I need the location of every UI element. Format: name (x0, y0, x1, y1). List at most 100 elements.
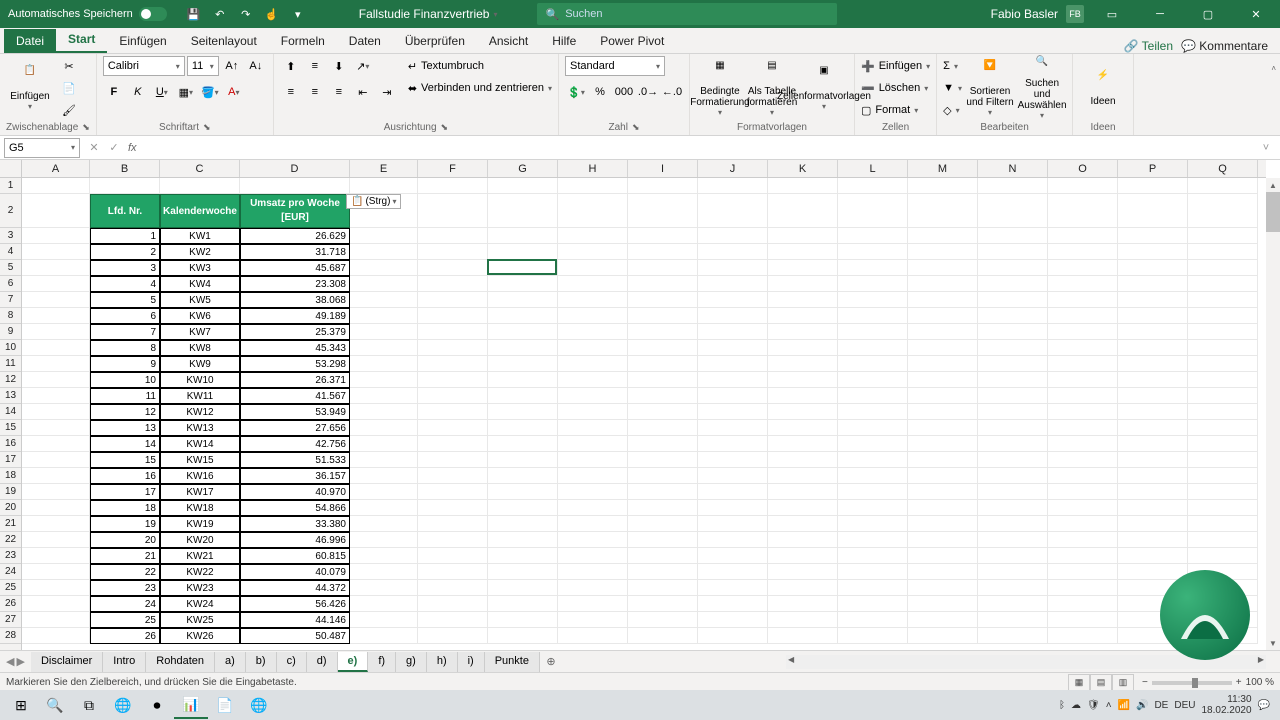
cell[interactable] (908, 404, 978, 420)
cell[interactable]: 44.146 (240, 612, 350, 628)
ribbon-display-icon[interactable]: ▭ (1092, 0, 1132, 28)
cell[interactable] (768, 484, 838, 500)
row-header[interactable]: 12 (0, 372, 21, 388)
cell[interactable] (1118, 178, 1188, 194)
cell[interactable] (1118, 260, 1188, 276)
column-header[interactable]: J (698, 160, 768, 177)
format-painter-icon[interactable]: 🖌 (58, 100, 80, 120)
cell[interactable]: 7 (90, 324, 160, 340)
column-header[interactable]: D (240, 160, 350, 177)
cell[interactable] (698, 452, 768, 468)
cell[interactable] (1048, 324, 1118, 340)
row-header[interactable]: 7 (0, 292, 21, 308)
cell[interactable] (1048, 516, 1118, 532)
font-name-select[interactable]: Calibri▾ (103, 56, 185, 76)
copy-icon[interactable]: 📄 (58, 78, 80, 98)
cell[interactable] (350, 436, 418, 452)
comments-button[interactable]: 💬 Kommentare (1181, 39, 1268, 53)
cell[interactable] (558, 564, 628, 580)
paste-button[interactable]: 📋Einfügen▾ (6, 56, 54, 120)
format-cells-button[interactable]: ▢ Format ▾ (861, 100, 930, 120)
cell[interactable] (978, 292, 1048, 308)
cell[interactable] (908, 548, 978, 564)
cell[interactable] (350, 276, 418, 292)
cell[interactable] (558, 292, 628, 308)
cell[interactable] (698, 628, 768, 644)
cell[interactable] (978, 228, 1048, 244)
cell[interactable] (1118, 564, 1188, 580)
cell[interactable] (698, 178, 768, 194)
borders-icon[interactable]: ▦▾ (175, 82, 197, 102)
cell[interactable] (978, 548, 1048, 564)
increase-indent-icon[interactable]: ⇥ (376, 82, 398, 102)
cell[interactable] (908, 228, 978, 244)
ribbon-tab-ansicht[interactable]: Ansicht (477, 29, 540, 53)
cell[interactable] (978, 564, 1048, 580)
cell[interactable] (558, 500, 628, 516)
cell[interactable]: KW11 (160, 388, 240, 404)
cell[interactable]: 56.426 (240, 596, 350, 612)
page-layout-view-icon[interactable]: ▤ (1090, 674, 1112, 692)
cell[interactable] (488, 260, 558, 276)
cell[interactable] (418, 308, 488, 324)
enter-formula-icon[interactable]: ✓ (104, 138, 124, 158)
cell[interactable] (978, 324, 1048, 340)
cell[interactable] (1188, 516, 1258, 532)
cell[interactable] (1118, 436, 1188, 452)
cell[interactable] (558, 420, 628, 436)
search-box[interactable]: 🔍 Suchen (537, 3, 837, 25)
cell[interactable] (558, 178, 628, 194)
cell[interactable]: 31.718 (240, 244, 350, 260)
cell[interactable]: Lfd. Nr. (90, 194, 160, 228)
cell[interactable] (418, 580, 488, 596)
cell[interactable] (350, 468, 418, 484)
ribbon-tab-überprüfen[interactable]: Überprüfen (393, 29, 477, 53)
cell[interactable] (350, 228, 418, 244)
cell[interactable] (1118, 516, 1188, 532)
sheet-tab[interactable]: d) (307, 652, 338, 672)
cell[interactable] (22, 612, 90, 628)
cell[interactable] (1118, 468, 1188, 484)
row-header[interactable]: 25 (0, 580, 21, 596)
cell[interactable] (908, 276, 978, 292)
row-headers[interactable]: 1234567891011121314151617181920212223242… (0, 178, 22, 650)
cell[interactable] (418, 628, 488, 644)
cell[interactable] (22, 178, 90, 194)
cell[interactable]: 1 (90, 228, 160, 244)
cell[interactable] (978, 436, 1048, 452)
cell[interactable] (418, 194, 488, 228)
cell[interactable] (978, 178, 1048, 194)
autosave-toggle[interactable]: Automatisches Speichern (0, 7, 175, 21)
sheet-tab[interactable]: i) (458, 652, 485, 672)
cell[interactable] (350, 340, 418, 356)
fx-icon[interactable]: fx (128, 142, 137, 154)
cell[interactable]: 9 (90, 356, 160, 372)
cell[interactable] (628, 628, 698, 644)
cell[interactable] (1118, 548, 1188, 564)
column-header[interactable]: B (90, 160, 160, 177)
cell[interactable] (22, 452, 90, 468)
cell[interactable] (628, 420, 698, 436)
cell[interactable] (1188, 548, 1258, 564)
cell[interactable] (1188, 308, 1258, 324)
cell[interactable] (1188, 452, 1258, 468)
ribbon-tab-hilfe[interactable]: Hilfe (540, 29, 588, 53)
decrease-font-icon[interactable]: A↓ (245, 56, 267, 76)
cell[interactable] (488, 308, 558, 324)
cell[interactable] (558, 548, 628, 564)
cell[interactable] (160, 178, 240, 194)
cell[interactable] (350, 628, 418, 644)
cell[interactable] (1118, 292, 1188, 308)
cell[interactable] (628, 178, 698, 194)
cell[interactable] (1188, 404, 1258, 420)
cell[interactable] (628, 276, 698, 292)
comma-icon[interactable]: 000 (613, 82, 635, 102)
cell[interactable] (1118, 308, 1188, 324)
cell[interactable]: 14 (90, 436, 160, 452)
cell[interactable] (1048, 484, 1118, 500)
cell[interactable] (1188, 468, 1258, 484)
cell[interactable] (908, 468, 978, 484)
cell[interactable]: 45.343 (240, 340, 350, 356)
cell[interactable]: KW6 (160, 308, 240, 324)
cell[interactable] (350, 548, 418, 564)
